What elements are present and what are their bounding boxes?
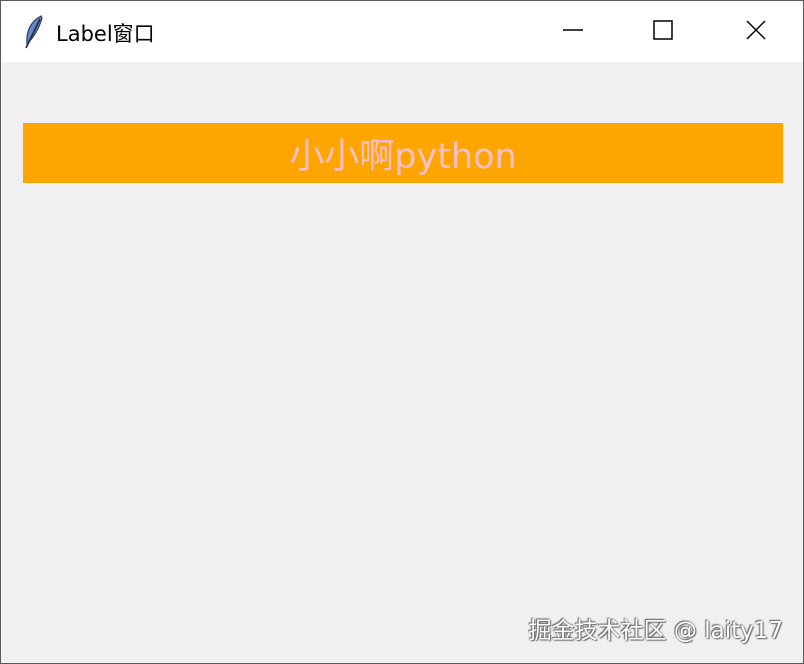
close-icon <box>745 19 767 45</box>
minimize-icon <box>562 19 584 45</box>
window-content: 小小啊python <box>1 62 803 663</box>
maximize-button[interactable] <box>617 1 709 62</box>
label-text: 小小啊python <box>289 136 517 177</box>
feather-icon <box>21 14 47 50</box>
maximize-icon <box>652 19 674 45</box>
close-button[interactable] <box>710 1 802 62</box>
watermark: 掘金技术社区 @ laity17 <box>528 618 783 644</box>
window-title: Label窗口 <box>56 22 155 46</box>
title-bar[interactable]: Label窗口 <box>1 1 803 62</box>
label-widget: 小小啊python <box>23 123 783 183</box>
minimize-button[interactable] <box>527 1 619 62</box>
app-window: Label窗口 小小啊python 掘金技术社区 @ laity17 <box>0 0 804 664</box>
